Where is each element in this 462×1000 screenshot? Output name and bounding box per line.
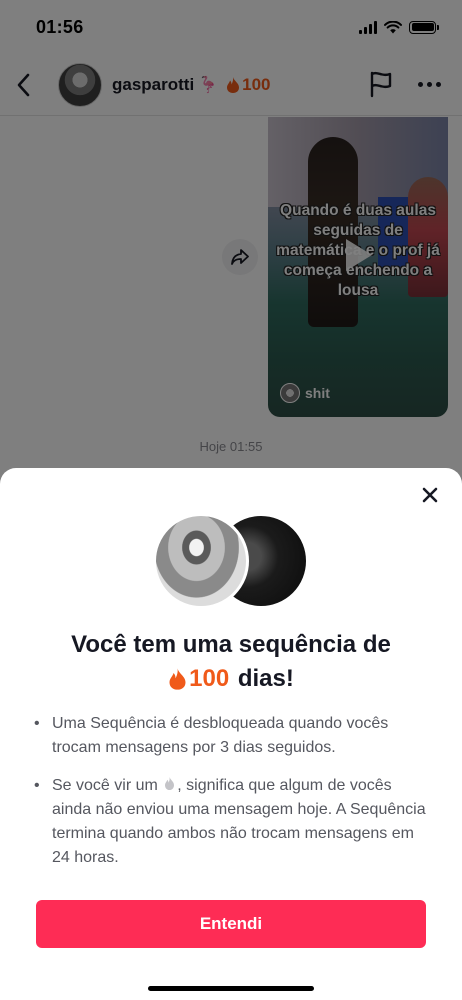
info-bullet-unlock: Uma Sequência é desbloqueada quando você… <box>34 712 434 760</box>
close-icon <box>422 487 438 503</box>
streak-info-list: Uma Sequência é desbloqueada quando você… <box>34 712 434 884</box>
streak-count: 100 <box>189 665 230 692</box>
streak-title-line2: 100 dias! <box>168 662 294 696</box>
home-indicator <box>148 986 314 991</box>
streak-bottom-sheet: Você tem uma sequência de 100 dias! Uma … <box>0 468 462 1000</box>
streak-title-line1: Você tem uma sequência de <box>71 631 391 658</box>
streak-title: Você tem uma sequência de 100 dias! <box>0 628 462 701</box>
grey-drop-icon <box>165 777 175 790</box>
info-bullet-ending: Se você vir um , significa que algum de … <box>34 774 434 870</box>
participants-avatars <box>153 513 309 609</box>
got-it-button[interactable]: Entendi <box>36 900 426 948</box>
close-button[interactable] <box>419 484 441 506</box>
flame-icon <box>169 668 186 690</box>
user-avatar-large <box>153 513 249 609</box>
streak-days-label: dias! <box>231 665 294 692</box>
